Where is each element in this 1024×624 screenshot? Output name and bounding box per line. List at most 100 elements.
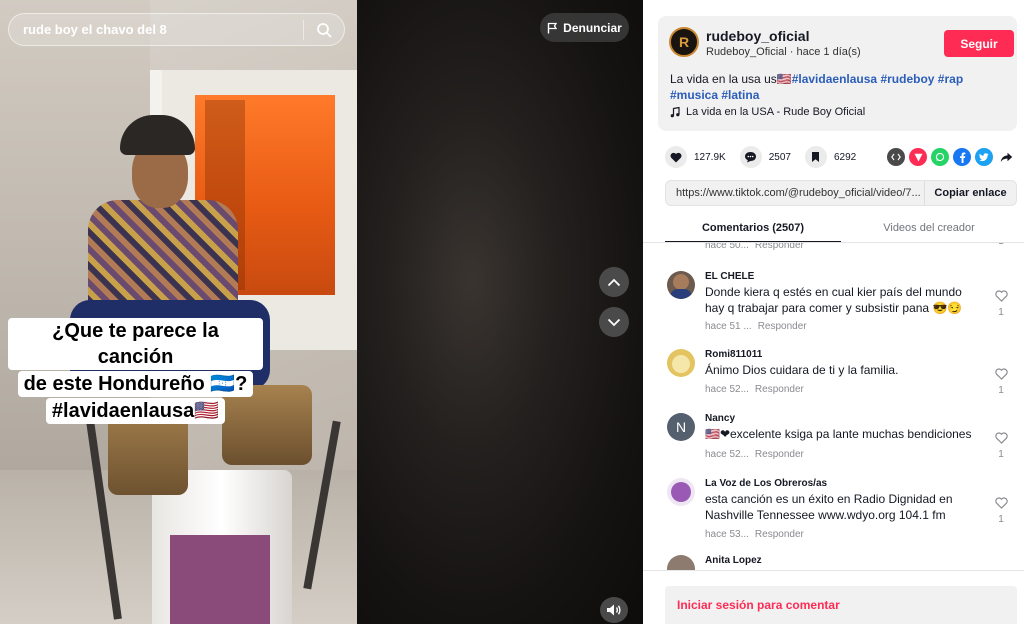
comment-time: hace 51 ... [705, 321, 752, 332]
send-to-friends-icon[interactable] [909, 148, 927, 166]
comment-avatar[interactable] [667, 271, 695, 299]
copy-link-button[interactable]: Copiar enlace [924, 181, 1016, 205]
login-bar[interactable]: Iniciar sesión para comentar [665, 586, 1017, 624]
reply-button[interactable]: Responder [755, 243, 804, 251]
hashtag-link[interactable]: #latina [721, 88, 759, 102]
comment-like-count: 1 [998, 307, 1004, 318]
video-caption-overlay: ¿Que te parece la canción de este Hondur… [8, 318, 263, 425]
chevron-up-icon [607, 278, 621, 286]
comment-username[interactable]: La Voz de Los Obreros/as [705, 478, 827, 489]
caption-line-2: de este Hondureño 🇭🇳? [17, 371, 254, 397]
comment-avatar[interactable] [667, 555, 695, 570]
comment-username[interactable]: Anita Lopez [705, 555, 762, 566]
video-player[interactable]: ¿Que te parece la canción de este Hondur… [0, 0, 357, 624]
comment-meta: hace 53... Responder [705, 529, 804, 540]
comment-username[interactable]: Nancy [705, 413, 735, 424]
search-input[interactable]: rude boy el chavo del 8 [9, 22, 303, 37]
twitter-icon[interactable] [975, 148, 993, 166]
comments-tabs: Comentarios (2507) Videos del creador [665, 218, 1017, 243]
author-username[interactable]: rudeboy_oficial [706, 28, 809, 44]
like-count: 127.9K [694, 151, 726, 163]
comment-item: Romi811011 Ánimo Dios cuidara de ti y la… [665, 349, 1015, 399]
comment-like-count: 1 [998, 514, 1004, 525]
reply-button[interactable]: Responder [755, 384, 804, 395]
comment-count: 2507 [768, 151, 791, 163]
reply-button[interactable]: Responder [755, 529, 804, 540]
hashtag-link[interactable]: #lavidaenlausa [792, 72, 877, 86]
music-note-icon [670, 106, 680, 117]
video-link-url[interactable]: https://www.tiktok.com/@rudeboy_oficial/… [666, 187, 924, 199]
save-count: 6292 [833, 151, 857, 163]
author-avatar-letter: R [678, 34, 690, 50]
post-time: hace 1 día(s) [796, 46, 861, 58]
hashtag-link[interactable]: #rap [938, 72, 963, 86]
facebook-icon[interactable] [953, 148, 971, 166]
video-blurred-background [357, 0, 643, 624]
comment-time: hace 52... [705, 384, 749, 395]
embed-icon[interactable] [887, 148, 905, 166]
author-meta: Rudeboy_Oficial · hace 1 día(s) [706, 46, 861, 58]
volume-button[interactable] [600, 597, 628, 623]
heart-outline-icon [994, 368, 1008, 380]
comment-item: Anita Lopez [665, 555, 1015, 570]
side-panel: R rudeboy_oficial Rudeboy_Oficial · hace… [643, 0, 1024, 624]
previous-video-button[interactable] [599, 267, 629, 297]
follow-button[interactable]: Seguir [944, 30, 1014, 57]
comment-text: Ánimo Dios cuidara de ti y la familia. [705, 363, 899, 377]
comment-meta: hace 52... Responder [705, 449, 804, 460]
comment-like[interactable]: 1 [991, 289, 1011, 318]
comment-icon [745, 152, 757, 163]
music-link[interactable]: La vida en la USA - Rude Boy Oficial [670, 106, 865, 118]
description-flag: us🇺🇸 [764, 72, 792, 86]
report-button[interactable]: Denunciar [540, 13, 629, 42]
author-display-name[interactable]: Rudeboy_Oficial [706, 46, 787, 58]
hashtag-link[interactable]: #musica [670, 88, 718, 102]
comments-list[interactable]: hace 50... Responder 1 EL CHELE Donde kie… [643, 243, 1024, 570]
caption-line-3: #lavidaenlausa🇺🇸 [45, 398, 226, 424]
comment-item: hace 50... Responder 1 [665, 243, 1015, 260]
heart-icon [670, 152, 682, 162]
login-to-comment-link[interactable]: Iniciar sesión para comentar [677, 598, 840, 612]
video-link-box: https://www.tiktok.com/@rudeboy_oficial/… [665, 180, 1017, 206]
comment-avatar[interactable] [667, 478, 695, 506]
comment-username[interactable]: EL CHELE [705, 271, 754, 282]
reply-button[interactable]: Responder [755, 449, 804, 460]
comment-like[interactable]: 1 [991, 496, 1011, 525]
search-icon[interactable] [304, 13, 344, 46]
next-video-button[interactable] [599, 307, 629, 337]
tab-creator-videos[interactable]: Videos del creador [841, 218, 1017, 243]
comment-avatar[interactable] [667, 349, 695, 377]
comment-like-count: 1 [998, 385, 1004, 396]
like-button[interactable] [665, 146, 687, 168]
comment-like-count: 1 [991, 243, 1011, 247]
comment-time: hace 50... [705, 243, 749, 251]
comment-item: N Nancy 🇺🇸❤excelente ksiga pa lante much… [665, 413, 1015, 463]
comment-like[interactable]: 1 [991, 431, 1011, 460]
video-area[interactable]: ¿Que te parece la canción de este Hondur… [0, 0, 643, 624]
share-arrow-icon[interactable] [997, 148, 1015, 166]
description-text: La vida en la usa [670, 72, 765, 86]
comment-like[interactable]: 1 [991, 367, 1011, 396]
volume-icon [607, 604, 621, 616]
whatsapp-icon[interactable] [931, 148, 949, 166]
comment-item: La Voz de Los Obreros/as esta canción es… [665, 478, 1015, 540]
comment-button[interactable] [739, 146, 762, 168]
video-description: La vida en la usa us🇺🇸#lavidaenlausa #ru… [670, 71, 1010, 103]
reply-button[interactable]: Responder [758, 321, 807, 332]
comment-username[interactable]: Romi811011 [705, 349, 762, 360]
comment-item: EL CHELE Donde kiera q estés en cual kie… [665, 271, 1015, 333]
meta-separator: · [786, 46, 797, 58]
tab-comments[interactable]: Comentarios (2507) [665, 218, 841, 243]
hashtag-link[interactable]: #rudeboy [880, 72, 934, 86]
chevron-down-icon [607, 318, 621, 326]
search-bar[interactable]: rude boy el chavo del 8 [8, 13, 345, 46]
comment-text: 🇺🇸❤excelente ksiga pa lante muchas bendi… [705, 427, 972, 441]
flag-icon [547, 22, 558, 33]
comment-time: hace 53... [705, 529, 749, 540]
comment-like[interactable]: 1 [991, 243, 1011, 247]
author-avatar[interactable]: R [669, 27, 699, 57]
comment-avatar[interactable]: N [667, 413, 695, 441]
panel-divider [643, 570, 1024, 571]
save-button[interactable] [804, 146, 827, 168]
post-info-card: R rudeboy_oficial Rudeboy_Oficial · hace… [658, 16, 1017, 131]
